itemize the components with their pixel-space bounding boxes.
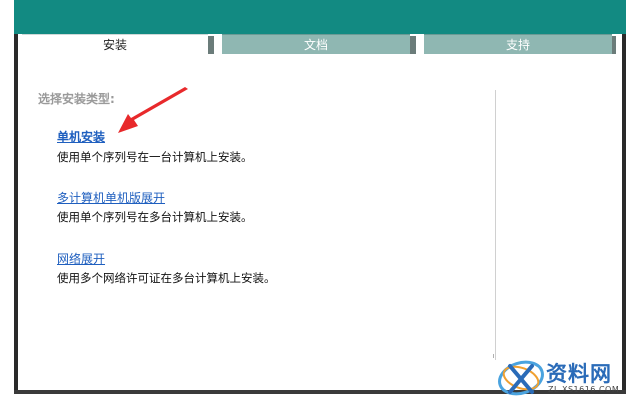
tab-shadow — [410, 36, 416, 54]
tab-shadow — [208, 36, 214, 54]
watermark-logo-icon — [498, 360, 544, 396]
panel-divider — [495, 90, 496, 360]
multi-seat-deploy-link[interactable]: 多计算机单机版展开 — [57, 189, 165, 206]
watermark-title: 资料网 — [546, 362, 612, 386]
window-border-right — [622, 34, 626, 394]
network-deploy-link[interactable]: 网络展开 — [57, 250, 105, 267]
standalone-install-description: 使用单个序列号在一台计算机上安装。 — [57, 150, 253, 164]
title-bar — [14, 0, 626, 34]
tab-docs[interactable]: 文档 — [222, 34, 410, 54]
red-arrow-icon — [118, 87, 188, 133]
install-type-heading: 选择安装类型: — [38, 92, 115, 106]
tab-install[interactable]: 安装 — [22, 34, 208, 54]
network-deploy-description: 使用多个网络许可证在多台计算机上安装。 — [57, 271, 276, 285]
watermark: 资料网 ZL.XS1616.COM — [496, 352, 626, 402]
installer-window: 安装 文档 支持 选择安装类型: 单机安装 使用单个序列号在一台计算机上安装。 … — [0, 0, 630, 404]
standalone-install-link[interactable]: 单机安装 — [57, 128, 105, 145]
tab-support[interactable]: 支持 — [424, 34, 612, 54]
tab-shadow — [612, 36, 616, 54]
watermark-url: ZL.XS1616.COM — [548, 385, 620, 394]
multi-seat-deploy-description: 使用单个序列号在多台计算机上安装。 — [57, 210, 253, 224]
